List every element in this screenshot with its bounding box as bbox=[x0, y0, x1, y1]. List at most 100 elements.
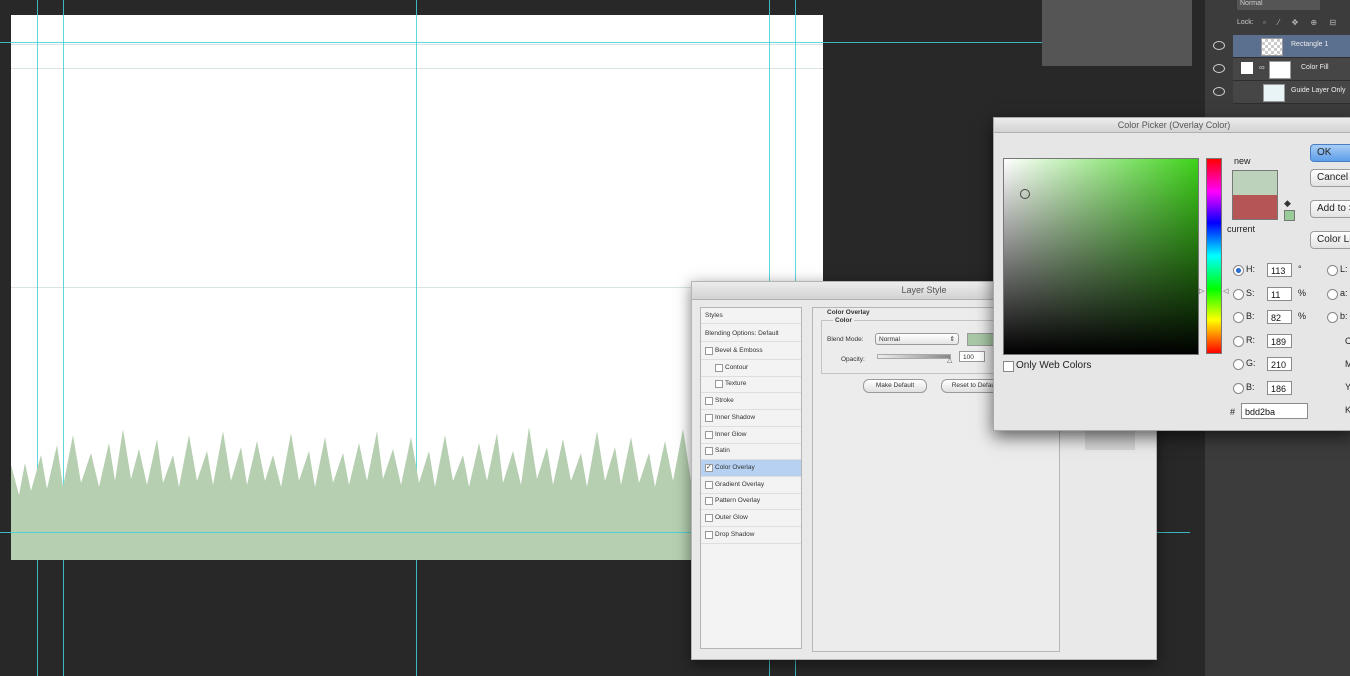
layer-row[interactable]: ∞ Color Fill bbox=[1213, 58, 1350, 81]
web-safe-swatch[interactable] bbox=[1284, 210, 1295, 221]
style-checkbox[interactable]: ✓ bbox=[705, 463, 713, 472]
canvas-gridline bbox=[11, 68, 823, 69]
style-item-satin[interactable]: Satin bbox=[701, 443, 801, 461]
color-field-input[interactable]: 210 bbox=[1267, 357, 1292, 371]
color-field-label: B: bbox=[1246, 311, 1255, 321]
layer-name: Color Fill bbox=[1301, 64, 1329, 71]
style-item-bevel-emboss[interactable]: Bevel & Emboss bbox=[701, 343, 801, 360]
lock-icons[interactable]: ▫ ⁄ ✥ ⊕ ⊟ bbox=[1263, 18, 1341, 27]
fill-thumbnail bbox=[1241, 62, 1253, 74]
only-web-colors-checkbox[interactable] bbox=[1003, 361, 1014, 372]
lab-field-label: b: bbox=[1340, 311, 1348, 321]
cancel-button[interactable]: Cancel bbox=[1310, 169, 1350, 187]
styles-header[interactable]: Styles bbox=[701, 308, 801, 324]
style-item-inner-shadow[interactable]: Inner Shadow bbox=[701, 410, 801, 427]
color-field-label: G: bbox=[1246, 358, 1256, 368]
style-item-label: Inner Glow bbox=[715, 430, 747, 438]
style-item-outer-glow[interactable]: Outer Glow bbox=[701, 510, 801, 527]
lab-mode-radio[interactable] bbox=[1327, 288, 1338, 300]
ok-button[interactable]: OK bbox=[1310, 144, 1350, 162]
color-field-unit: % bbox=[1298, 311, 1307, 321]
style-item-gradient-overlay[interactable]: Gradient Overlay bbox=[701, 477, 801, 494]
blending-options[interactable]: Blending Options: Default bbox=[701, 326, 801, 342]
web-safe-cube-icon[interactable]: ◆ bbox=[1284, 198, 1291, 209]
color-field-input[interactable]: 11 bbox=[1267, 286, 1292, 301]
guide-horizontal bbox=[0, 42, 1190, 43]
color-field-label: H: bbox=[1246, 264, 1255, 274]
color-mode-radio[interactable] bbox=[1233, 382, 1244, 394]
link-icon: ∞ bbox=[1259, 63, 1265, 72]
hue-slider-arrow-right[interactable]: ◁ bbox=[1223, 287, 1228, 295]
style-checkbox[interactable] bbox=[705, 497, 713, 506]
hue-slider-arrow-left[interactable]: ▷ bbox=[1199, 287, 1204, 295]
opacity-slider[interactable] bbox=[877, 354, 951, 359]
color-mode-radio[interactable] bbox=[1233, 288, 1244, 300]
blend-dropdown[interactable]: Normal bbox=[1237, 0, 1320, 10]
eye-icon[interactable] bbox=[1213, 87, 1225, 96]
layer-row[interactable]: Rectangle 1 bbox=[1213, 35, 1350, 58]
style-item-label: Drop Shadow bbox=[715, 530, 755, 538]
color-field-input[interactable]: 186 bbox=[1267, 380, 1292, 395]
lab-field-label: a: bbox=[1340, 287, 1348, 298]
make-default-button[interactable]: Make Default bbox=[863, 379, 927, 393]
color-field-input[interactable]: 82 bbox=[1267, 310, 1292, 324]
style-item-color-overlay[interactable]: ✓ Color Overlay bbox=[701, 459, 801, 477]
blend-mode-select[interactable]: Normal ⇕ bbox=[875, 333, 959, 345]
layer-name: Guide Layer Only bbox=[1291, 87, 1346, 94]
current-color-swatch[interactable] bbox=[1232, 195, 1278, 220]
style-item-texture[interactable]: Texture bbox=[701, 376, 801, 394]
eye-icon[interactable] bbox=[1213, 64, 1225, 73]
color-libraries-button[interactable]: Color Libraries bbox=[1310, 231, 1350, 249]
color-field-input[interactable]: 113 bbox=[1267, 263, 1292, 277]
color-field-label: R: bbox=[1246, 334, 1255, 345]
section-title: Color Overlay bbox=[827, 309, 870, 316]
cmyk-field-label: Y bbox=[1345, 382, 1350, 392]
color-field-unit: % bbox=[1298, 287, 1307, 298]
opacity-input[interactable]: 100 bbox=[959, 351, 985, 362]
add-to-swatches-button[interactable]: Add to Swatches bbox=[1310, 200, 1350, 218]
style-item-label: Satin bbox=[715, 447, 730, 455]
style-checkbox[interactable] bbox=[705, 514, 713, 522]
blend-mode-value: Normal bbox=[879, 336, 900, 343]
style-item-label: Pattern Overlay bbox=[715, 497, 761, 505]
color-field-label: S: bbox=[1246, 287, 1255, 298]
style-checkbox[interactable] bbox=[705, 347, 713, 355]
style-item-label: Gradient Overlay bbox=[715, 480, 765, 488]
hex-input[interactable]: bdd2ba bbox=[1241, 403, 1308, 419]
style-checkbox[interactable] bbox=[705, 480, 713, 489]
panel-strip bbox=[1042, 0, 1192, 66]
color-mode-radio[interactable] bbox=[1233, 335, 1244, 347]
style-checkbox[interactable] bbox=[715, 363, 723, 372]
style-checkbox[interactable] bbox=[705, 397, 713, 406]
color-field-cursor bbox=[1020, 189, 1030, 199]
cmyk-field-label: K bbox=[1345, 405, 1350, 415]
style-item-drop-shadow[interactable]: Drop Shadow bbox=[701, 527, 801, 544]
color-mode-radio[interactable] bbox=[1233, 265, 1244, 276]
style-item-pattern-overlay[interactable]: Pattern Overlay bbox=[701, 493, 801, 511]
hue-slider[interactable] bbox=[1206, 158, 1222, 354]
color-mode-radio[interactable] bbox=[1233, 312, 1244, 323]
current-label: current bbox=[1227, 224, 1256, 234]
new-color-swatch bbox=[1232, 170, 1278, 196]
style-item-label: Stroke bbox=[715, 397, 734, 405]
style-item-label: Outer Glow bbox=[715, 514, 748, 521]
color-field[interactable] bbox=[1003, 158, 1199, 355]
lab-mode-radio[interactable] bbox=[1327, 265, 1338, 276]
style-checkbox[interactable] bbox=[705, 447, 713, 456]
style-item-label: Texture bbox=[725, 380, 747, 388]
opacity-slider-handle[interactable]: △ bbox=[947, 356, 952, 364]
color-field-input[interactable]: 189 bbox=[1267, 333, 1292, 348]
style-checkbox[interactable] bbox=[705, 530, 713, 539]
color-mode-radio[interactable] bbox=[1233, 359, 1244, 370]
style-checkbox[interactable] bbox=[705, 430, 713, 439]
style-checkbox[interactable] bbox=[715, 380, 723, 389]
style-checkbox[interactable] bbox=[705, 413, 713, 422]
color-field-unit: ° bbox=[1298, 264, 1302, 274]
layer-thumbnail bbox=[1261, 38, 1283, 56]
style-item-inner-glow[interactable]: Inner Glow bbox=[701, 427, 801, 444]
layer-row[interactable]: Guide Layer Only bbox=[1213, 81, 1350, 104]
style-item-contour[interactable]: Contour bbox=[701, 360, 801, 377]
eye-icon[interactable] bbox=[1213, 41, 1225, 50]
lab-mode-radio[interactable] bbox=[1327, 312, 1338, 323]
style-item-stroke[interactable]: Stroke bbox=[701, 393, 801, 411]
